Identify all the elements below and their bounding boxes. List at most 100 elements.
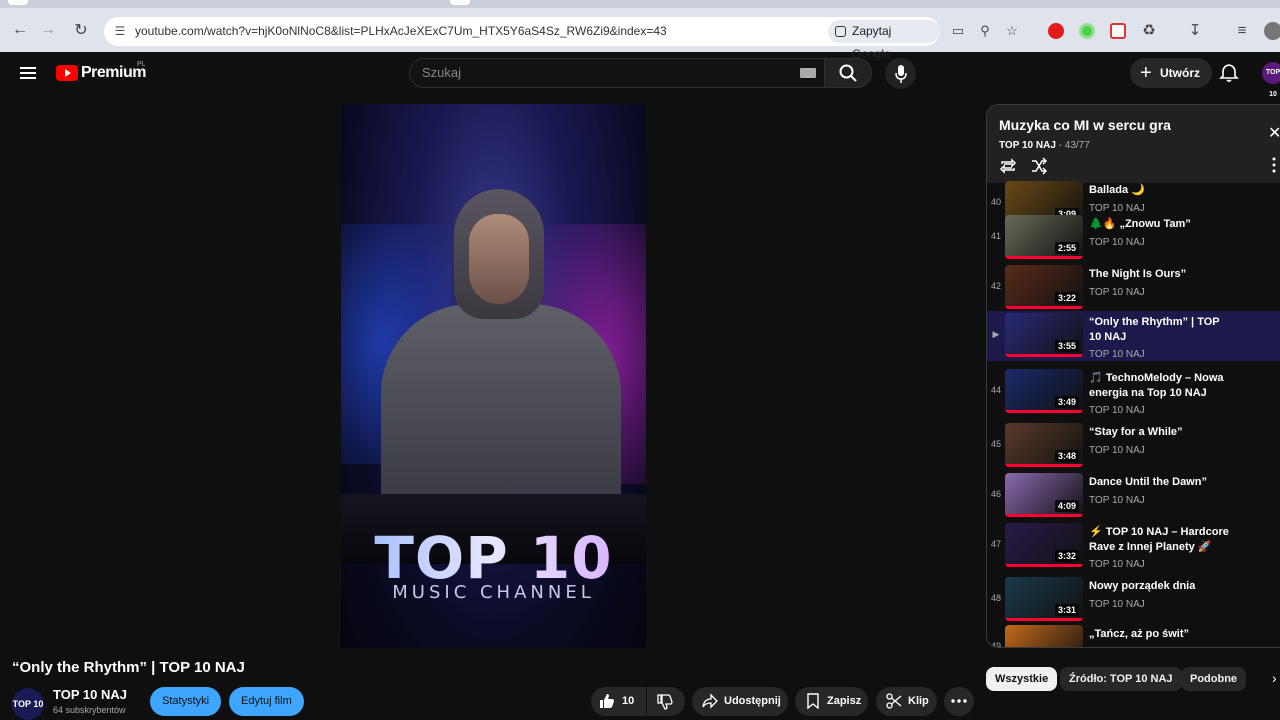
tab[interactable] — [8, 0, 28, 5]
media-control-icon[interactable]: ≡ — [1232, 21, 1252, 41]
playlist-item-title[interactable]: 🌲🔥 „Znowu Tam” — [1089, 217, 1229, 232]
opera-extension-icon[interactable] — [1048, 23, 1064, 39]
watched-progress-bar — [1005, 618, 1083, 621]
shuffle-icon[interactable] — [1030, 157, 1048, 175]
share-button[interactable]: Udostępnij — [692, 687, 788, 716]
notifications-bell-icon[interactable] — [1219, 63, 1239, 83]
create-button[interactable]: + Utwórz — [1130, 58, 1212, 88]
playlist-item-title[interactable]: 🎵 TechnoMelody – Nowa energia na Top 10 … — [1089, 371, 1229, 401]
playlist-item-channel: TOP 10 NAJ — [1089, 405, 1145, 416]
watched-progress-bar — [1005, 256, 1083, 259]
chip-all[interactable]: Wszystkie — [986, 667, 1058, 691]
like-button[interactable]: 10 — [591, 687, 646, 716]
loop-icon[interactable] — [999, 157, 1017, 175]
profile-avatar[interactable] — [1264, 22, 1280, 40]
playlist-item-thumbnail[interactable]: 3:32 — [1005, 523, 1083, 567]
tab[interactable] — [450, 0, 470, 5]
edit-video-button[interactable]: Edytuj film — [229, 687, 304, 716]
channel-name[interactable]: TOP 10 NAJ — [53, 687, 127, 702]
playlist-item[interactable]: ▶ 3:55 “Only the Rhythm” | TOP 10 NAJ TOP 1… — [987, 311, 1280, 361]
search-box[interactable] — [409, 58, 825, 88]
dislike-button[interactable] — [647, 687, 685, 716]
playlist-item-title[interactable]: Ballada 🌙 — [1089, 183, 1229, 198]
playlist-owner[interactable]: TOP 10 NAJ — [999, 140, 1056, 151]
keyboard-icon[interactable] — [800, 68, 816, 78]
address-bar[interactable]: ☰ youtube.com/watch?v=hjK0oNlNoC8&list=P… — [104, 17, 1018, 61]
playlist-item[interactable]: 47 3:32 ⚡ TOP 10 NAJ – Hardcore Rave z Inn… — [987, 521, 1280, 571]
voice-search-button[interactable] — [885, 58, 916, 89]
playlist-item-thumbnail[interactable]: 3:55 — [1005, 313, 1083, 357]
menu-icon[interactable] — [20, 67, 36, 79]
more-vertical-icon[interactable] — [1272, 157, 1276, 173]
playlist-item-title[interactable]: The Night Is Ours” — [1089, 267, 1229, 282]
ask-google-button[interactable]: Zapytaj Google — [828, 20, 940, 61]
region-label: PL — [137, 61, 146, 68]
playlist-item[interactable]: 46 4:09 Dance Until the Dawn” TOP 10 NAJ — [987, 471, 1280, 521]
watched-progress-bar — [1005, 410, 1083, 413]
chips-next-arrow-icon[interactable]: › — [1272, 670, 1277, 686]
playlist-item[interactable]: 44 3:49 🎵 TechnoMelody – Nowa energia na T… — [987, 367, 1280, 417]
statistics-button[interactable]: Statystyki — [150, 687, 222, 716]
duration-badge: 3:32 — [1054, 550, 1079, 562]
more-actions-button[interactable] — [944, 687, 974, 716]
playlist-item-thumbnail[interactable]: 3:49 — [1005, 369, 1083, 413]
video-title: “Only the Rhythm” | TOP 10 NAJ — [12, 659, 245, 676]
duration-badge: 3:31 — [1054, 604, 1079, 616]
reload-icon[interactable]: ↻ — [71, 20, 91, 40]
forward-arrow-icon[interactable]: → — [38, 20, 58, 40]
search-input[interactable] — [422, 65, 782, 80]
site-settings-icon[interactable]: ☰ — [112, 23, 128, 39]
account-avatar[interactable]: TOP 10 — [1262, 62, 1280, 98]
dj-face — [469, 214, 529, 304]
dj-body — [381, 304, 621, 504]
bookmark-star-icon[interactable]: ☆ — [1004, 23, 1020, 39]
playlist-item-title[interactable]: “Only the Rhythm” | TOP 10 NAJ — [1089, 315, 1229, 345]
playlist-item-title[interactable]: „Tańcz, aż po świt” — [1089, 627, 1229, 642]
playlist-item-index: 48 — [990, 593, 1001, 603]
url-text[interactable]: youtube.com/watch?v=hjK0oNlNoC8&list=PLH… — [135, 24, 667, 38]
search-button[interactable] — [824, 58, 872, 88]
playlist-item-thumbnail[interactable]: 3:48 — [1005, 423, 1083, 467]
watched-progress-bar — [1005, 306, 1083, 309]
save-button[interactable]: Zapisz — [795, 687, 868, 716]
playlist-item-index: 49 — [990, 641, 1001, 648]
playlist-item[interactable]: 45 3:48 “Stay for a While” TOP 10 NAJ — [987, 421, 1280, 471]
download-icon[interactable]: ↧ — [1185, 21, 1205, 41]
playlist-item-index: 46 — [990, 489, 1001, 499]
playlist-title[interactable]: Muzyka co MI w sercu gra — [999, 117, 1171, 133]
playlist-item-thumbnail[interactable]: 2:55 — [1005, 215, 1083, 259]
playlist-item[interactable]: 48 3:31 Nowy porządek dnia TOP 10 NAJ — [987, 575, 1280, 625]
install-app-icon[interactable]: ▭ — [950, 23, 966, 39]
playlist-item-title[interactable]: Nowy porządek dnia — [1089, 579, 1229, 594]
playlist-panel: Muzyka co MI w sercu gra TOP 10 NAJ - 43… — [986, 104, 1280, 648]
pocket-extension-icon[interactable] — [1110, 23, 1126, 39]
extensions-puzzle-icon[interactable]: ♻ — [1139, 21, 1159, 41]
playlist-item[interactable]: 41 2:55 🌲🔥 „Znowu Tam” TOP 10 NAJ — [987, 213, 1280, 263]
duration-badge: 2:55 — [1054, 242, 1079, 254]
playlist-item-title[interactable]: “Stay for a While” — [1089, 425, 1229, 440]
back-arrow-icon[interactable]: ← — [10, 20, 30, 40]
youtube-logo[interactable]: Premium PL — [56, 61, 146, 82]
google-lens-icon — [835, 26, 846, 37]
channel-avatar[interactable]: TOP 10 — [12, 688, 44, 720]
subscriber-count: 64 subskrybentów — [53, 705, 126, 715]
green-extension-icon[interactable] — [1079, 23, 1095, 39]
playlist-item-thumbnail[interactable]: 3:31 — [1005, 577, 1083, 621]
clip-button[interactable]: Klip — [876, 687, 937, 716]
thumbs-down-icon — [657, 694, 673, 710]
playlist-item-channel: TOP 10 NAJ — [1089, 237, 1145, 248]
playlist-item-title[interactable]: ⚡ TOP 10 NAJ – Hardcore Rave z Innej Pla… — [1089, 525, 1229, 555]
playlist-item-thumbnail[interactable]: 3:22 — [1005, 265, 1083, 309]
search-icon — [839, 64, 857, 82]
zoom-icon[interactable]: ⚲ — [977, 23, 993, 39]
playlist-item-thumbnail[interactable] — [1005, 625, 1083, 647]
playlist-item[interactable]: 49 „Tańcz, aż po świt” TOP 10 NAJ — [987, 623, 1280, 648]
playlist-item-thumbnail[interactable]: 4:09 — [1005, 473, 1083, 517]
playlist-item-title[interactable]: Dance Until the Dawn” — [1089, 475, 1229, 490]
duration-badge: 3:49 — [1054, 396, 1079, 408]
chip-related[interactable]: Podobne — [1181, 667, 1247, 691]
playlist-item[interactable]: 42 3:22 The Night Is Ours” TOP 10 NAJ — [987, 263, 1280, 313]
chip-source[interactable]: Źródło: TOP 10 NAJ — [1060, 667, 1182, 691]
video-player[interactable]: TOP 10 MUSIC CHANNEL — [341, 104, 646, 648]
close-icon[interactable]: ✕ — [1268, 123, 1280, 143]
